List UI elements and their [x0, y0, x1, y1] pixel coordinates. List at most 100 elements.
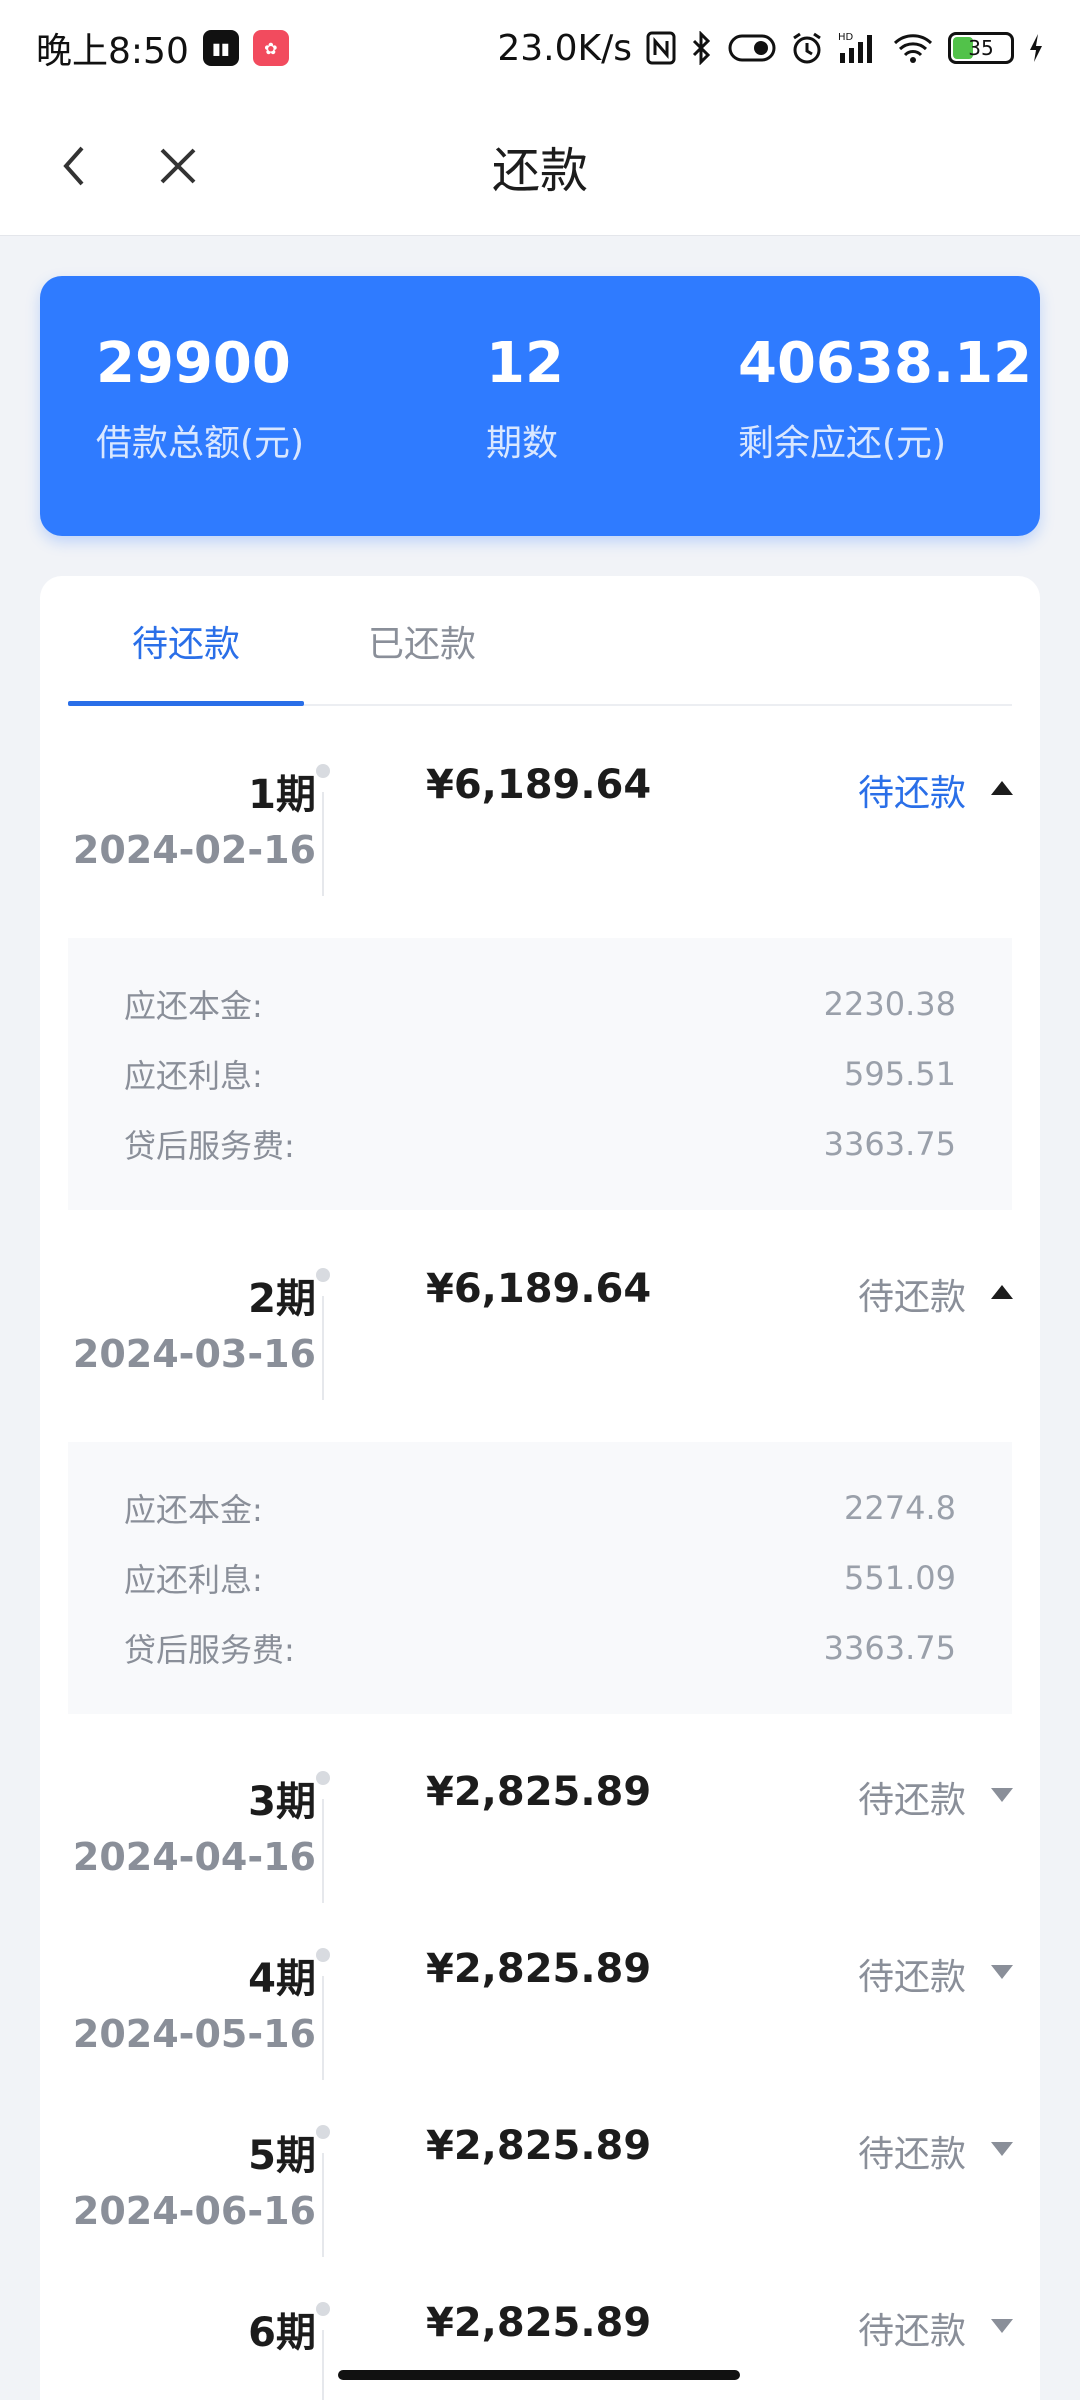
- svg-text:HD: HD: [838, 32, 854, 43]
- repayment-list-card: 待还款 已还款 1期 2024-02-16 ¥6,189.64 待还款 应还本金…: [40, 576, 1040, 2400]
- total-amount-label: 借款总额(元): [96, 423, 305, 464]
- tab-active-indicator: [68, 701, 304, 706]
- detail-interest-label: 应还利息:: [124, 1561, 263, 1599]
- period-label: 4期: [248, 1956, 316, 2002]
- timeline-line: [322, 792, 324, 896]
- nfc-icon: [646, 31, 676, 65]
- caret-up-icon: [991, 781, 1013, 795]
- timeline-line: [322, 2153, 324, 2257]
- period-label: 3期: [248, 1779, 316, 1825]
- detail-interest-row: 应还利息: 595.51: [124, 1054, 956, 1095]
- caret-down-icon: [991, 2319, 1013, 2333]
- period-amount: ¥2,825.89: [426, 1946, 652, 1992]
- period-date: 2024-02-16: [72, 828, 316, 872]
- detail-interest-label: 应还利息:: [124, 1057, 263, 1095]
- period-amount: ¥6,189.64: [426, 762, 652, 808]
- expand-toggle[interactable]: [988, 1785, 1016, 1805]
- loan-summary-card: 29900 借款总额(元) 12 期数 40638.12 剩余应还(元): [40, 276, 1040, 536]
- caret-down-icon: [991, 1788, 1013, 1802]
- period-status: 待还款: [857, 2134, 966, 2175]
- summary-remaining: 40638.12 剩余应还(元): [738, 336, 1032, 466]
- period-detail-panel: 应还本金: 2230.38 应还利息: 595.51 贷后服务费: 3363.7…: [68, 938, 1012, 1210]
- signal-icon: HD: [838, 31, 878, 65]
- detail-principal-label: 应还本金:: [124, 1491, 263, 1529]
- period-amount: ¥6,189.64: [426, 1266, 652, 1312]
- period-status: 待还款: [857, 1957, 966, 1998]
- battery-icon: 35: [948, 32, 1014, 64]
- caret-down-icon: [991, 1965, 1013, 1979]
- timeline-dot: [316, 1771, 330, 1785]
- timeline-dot: [316, 1948, 330, 1962]
- summary-periods: 12 期数: [486, 336, 564, 466]
- period-status: 待还款: [857, 1277, 966, 1318]
- bluetooth-icon: [690, 31, 714, 65]
- detail-service-fee-label: 贷后服务费:: [124, 1631, 295, 1669]
- total-amount-value: 29900: [96, 331, 291, 396]
- period-status: 待还款: [857, 1780, 966, 1821]
- back-button[interactable]: [44, 132, 104, 200]
- period-amount: ¥2,825.89: [426, 1769, 652, 1815]
- timeline-line: [322, 2330, 324, 2400]
- close-button[interactable]: [148, 132, 208, 200]
- detail-interest-value: 551.09: [844, 1559, 956, 1597]
- timeline-line: [322, 1976, 324, 2080]
- status-right: 23.0K/s HD 35: [497, 28, 1044, 69]
- expand-toggle[interactable]: [988, 2316, 1016, 2336]
- detail-service-fee-label: 贷后服务费:: [124, 1127, 295, 1165]
- periods-value: 12: [486, 331, 564, 396]
- status-left: 晚上8:50 ▮▮ ✿: [36, 22, 289, 74]
- timeline-dot: [316, 2125, 330, 2139]
- detail-principal-row: 应还本金: 2230.38: [124, 984, 956, 1025]
- detail-service-fee-value: 3363.75: [823, 1629, 956, 1667]
- collapse-toggle[interactable]: [988, 1282, 1016, 1302]
- detail-principal-label: 应还本金:: [124, 987, 263, 1025]
- remaining-value: 40638.12: [738, 331, 1033, 396]
- close-icon: [160, 148, 196, 184]
- detail-service-fee-value: 3363.75: [823, 1125, 956, 1163]
- detail-principal-value: 2230.38: [823, 985, 956, 1023]
- timeline-line: [322, 1296, 324, 1400]
- nav-bar: 还款: [0, 96, 1080, 236]
- period-status: 待还款: [857, 773, 966, 814]
- status-time: 晚上8:50: [36, 31, 189, 72]
- detail-principal-value: 2274.8: [844, 1489, 956, 1527]
- period-detail-panel: 应还本金: 2274.8 应还利息: 551.09 贷后服务费: 3363.75: [68, 1442, 1012, 1714]
- period-status: 待还款: [857, 2311, 966, 2352]
- timeline-dot: [316, 1268, 330, 1282]
- network-speed: 23.0K/s: [497, 27, 632, 69]
- toggle-icon: [728, 33, 776, 63]
- period-label: 2期: [248, 1276, 316, 1322]
- period-label: 6期: [248, 2310, 316, 2356]
- tab-pending[interactable]: 待还款: [68, 576, 304, 706]
- battery-level: 35: [968, 36, 994, 60]
- tab-paid[interactable]: 已还款: [304, 576, 540, 706]
- wifi-icon: [892, 32, 934, 64]
- caret-up-icon: [991, 1285, 1013, 1299]
- detail-interest-row: 应还利息: 551.09: [124, 1558, 956, 1599]
- period-date: 2024-05-16: [72, 2012, 316, 2056]
- detail-interest-value: 595.51: [844, 1055, 956, 1093]
- caret-down-icon: [991, 2142, 1013, 2156]
- period-label: 1期: [248, 772, 316, 818]
- period-amount: ¥2,825.89: [426, 2300, 652, 2346]
- detail-service-fee-row: 贷后服务费: 3363.75: [124, 1124, 956, 1165]
- expand-toggle[interactable]: [988, 1962, 1016, 1982]
- collapse-toggle[interactable]: [988, 778, 1016, 798]
- period-date: 2024-03-16: [72, 1332, 316, 1376]
- period-date: 2024-04-16: [72, 1835, 316, 1879]
- expand-toggle[interactable]: [988, 2139, 1016, 2159]
- home-indicator[interactable]: [338, 2370, 740, 2380]
- period-date: 2024-06-16: [72, 2189, 316, 2233]
- timeline-dot: [316, 2302, 330, 2316]
- remaining-label: 剩余应还(元): [738, 423, 947, 464]
- repayment-tabs: 待还款 已还款: [68, 576, 1012, 706]
- timeline-dot: [316, 764, 330, 778]
- period-amount: ¥2,825.89: [426, 2123, 652, 2169]
- timeline-line: [322, 1799, 324, 1903]
- detail-service-fee-row: 贷后服务费: 3363.75: [124, 1628, 956, 1669]
- app-notification-icon-2: ✿: [252, 30, 289, 66]
- charging-icon: [1028, 33, 1044, 63]
- status-bar: 晚上8:50 ▮▮ ✿ 23.0K/s HD 35: [0, 0, 1080, 96]
- periods-label: 期数: [486, 423, 559, 464]
- detail-principal-row: 应还本金: 2274.8: [124, 1488, 956, 1529]
